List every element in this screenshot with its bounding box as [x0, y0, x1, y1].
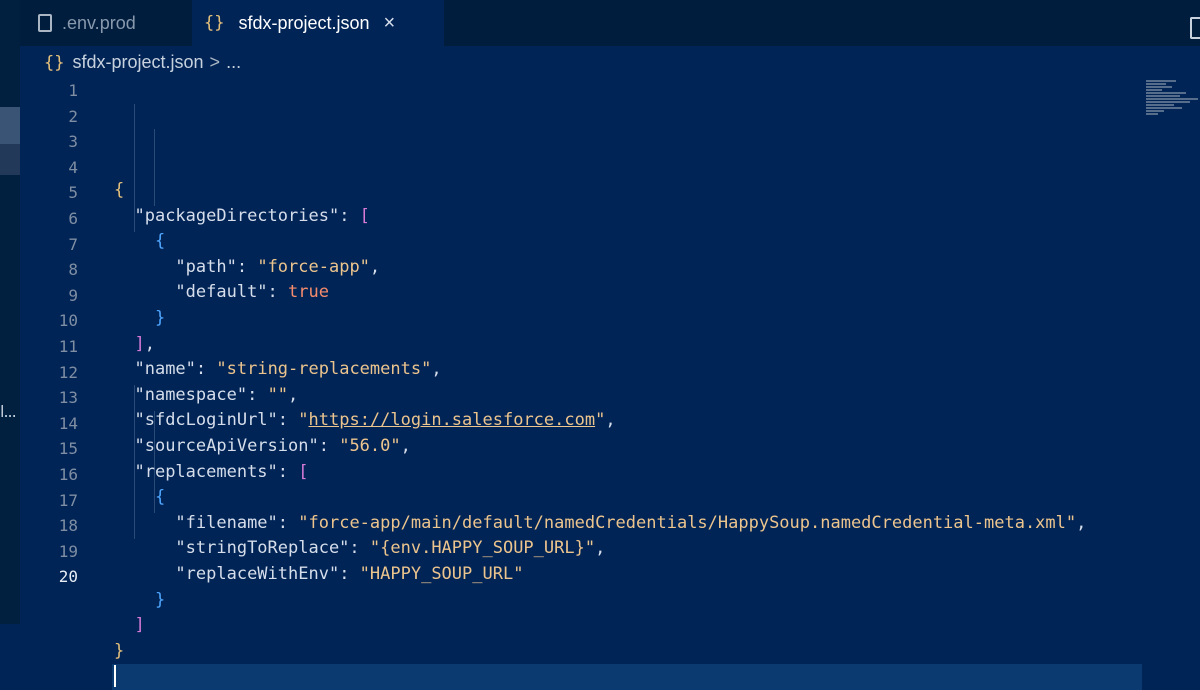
code-line[interactable] — [112, 664, 1142, 690]
code-line[interactable]: "namespace": "", — [114, 383, 1154, 409]
code-line[interactable]: } — [114, 588, 1154, 614]
explorer-highlight-secondary — [0, 144, 20, 175]
tab-sfdx-project-json[interactable]: {} sfdx-project.json × — [192, 0, 444, 46]
code-line[interactable]: { — [114, 178, 1154, 204]
line-number: 20 — [58, 567, 78, 587]
minimap[interactable] — [1146, 80, 1200, 120]
file-icon — [38, 14, 52, 32]
line-number: 8 — [68, 260, 78, 280]
code-line[interactable]: "default": true — [114, 280, 1154, 306]
line-number: 15 — [58, 439, 78, 459]
code-line[interactable]: } — [114, 306, 1154, 332]
tab-env-prod[interactable]: .env.prod — [32, 0, 192, 46]
line-number: 2 — [68, 106, 78, 126]
json-braces-icon: {} — [44, 52, 65, 73]
tab-label: .env.prod — [62, 12, 136, 33]
code-line[interactable]: "stringToReplace": "{env.HAPPY_SOUP_URL}… — [114, 536, 1154, 562]
code-line[interactable]: ] — [114, 613, 1154, 639]
code-line[interactable]: "filename": "force-app/main/default/name… — [114, 511, 1154, 537]
close-icon[interactable]: × — [384, 12, 396, 35]
line-number: 5 — [68, 183, 78, 203]
json-braces-icon: {} — [204, 13, 225, 33]
explorer-highlight — [0, 107, 20, 144]
line-number: 16 — [58, 464, 78, 484]
code-line[interactable]: "path": "force-app", — [114, 255, 1154, 281]
line-number: 4 — [68, 157, 78, 177]
line-number-gutter: 1 2 3 4 5 6 7 8 9 10 11 12 13 14 15 16 17 18 19 20 — [30, 78, 78, 590]
chevron-right-icon: > — [209, 52, 221, 72]
code-line[interactable]: "sfdcLoginUrl": "https://login.salesforc… — [114, 408, 1154, 434]
line-number: 12 — [58, 362, 78, 382]
code-line[interactable]: "replaceWithEnv": "HAPPY_SOUP_URL" — [114, 562, 1154, 588]
code-line[interactable]: ], — [114, 332, 1154, 358]
tab-label: sfdx-project.json — [238, 12, 370, 33]
line-number: 18 — [58, 516, 78, 536]
code-line[interactable]: "sourceApiVersion": "56.0", — [114, 434, 1154, 460]
tab-bar: .env.prod {} sfdx-project.json × — [20, 0, 1200, 46]
code-line[interactable]: "name": "string-replacements", — [114, 357, 1154, 383]
code-editor[interactable]: { "packageDirectories": [ { "path": "for… — [112, 78, 1154, 690]
activity-strip: l... — [0, 0, 20, 624]
split-editor-icon[interactable] — [1190, 17, 1200, 39]
line-number: 6 — [68, 208, 78, 228]
breadcrumb-file[interactable]: sfdx-project.json — [72, 52, 203, 73]
line-number: 11 — [58, 336, 78, 356]
code-line[interactable]: "replacements": [ — [114, 460, 1154, 486]
line-number: 13 — [58, 388, 78, 408]
breadcrumb: {} sfdx-project.json > ... — [44, 52, 241, 73]
line-number: 10 — [58, 311, 78, 331]
breadcrumb-symbols[interactable]: ... — [226, 52, 241, 73]
sidebar-truncated-label: l... — [0, 402, 17, 421]
line-number: 19 — [58, 541, 78, 561]
line-number: 3 — [68, 132, 78, 152]
code-line[interactable]: "packageDirectories": [ — [114, 204, 1154, 230]
line-number: 17 — [58, 490, 78, 510]
text-cursor — [114, 665, 116, 688]
code-line[interactable]: { — [114, 229, 1154, 255]
line-number: 1 — [68, 81, 78, 100]
line-number: 14 — [58, 413, 78, 433]
code-line[interactable]: { — [114, 485, 1154, 511]
code-line[interactable]: } — [114, 639, 1154, 665]
line-number: 7 — [68, 234, 78, 254]
line-number: 9 — [68, 285, 78, 305]
